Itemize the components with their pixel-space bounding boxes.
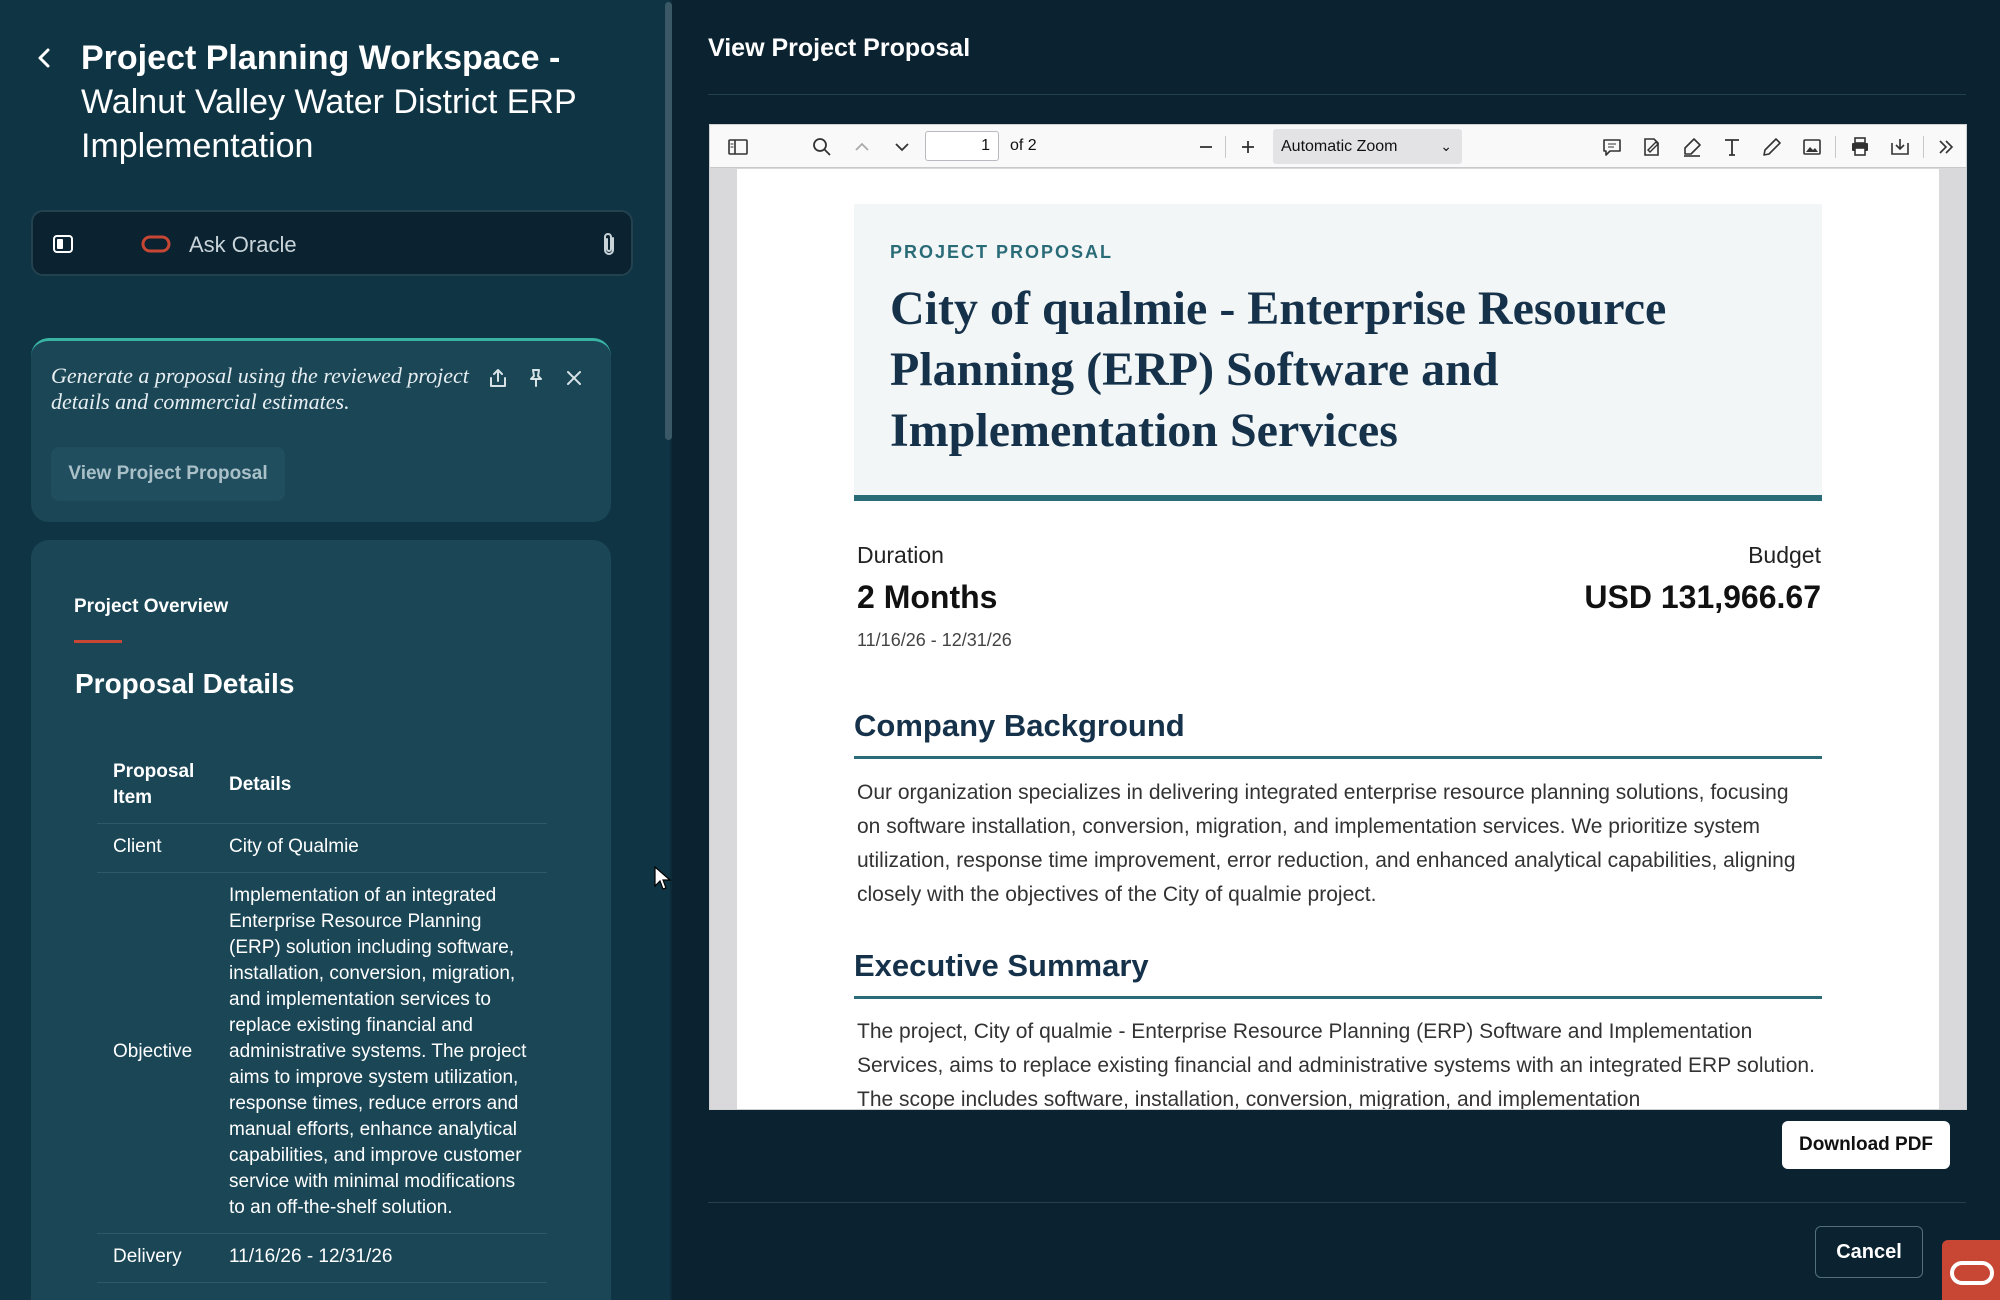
ask-oracle-placeholder: Ask Oracle <box>189 232 297 257</box>
text-icon <box>1725 139 1739 156</box>
highlighter-icon <box>1684 138 1701 157</box>
table-cell-item: Delivery <box>97 1233 213 1283</box>
chevron-left-icon <box>38 48 50 68</box>
page-count: of 2 <box>1010 137 1037 154</box>
modal-title: View Project Proposal <box>708 34 971 62</box>
highlight-button[interactable] <box>1680 135 1704 159</box>
column-header: Details <box>213 751 547 824</box>
share-icon[interactable] <box>487 367 509 389</box>
double-chevron-right-icon <box>1939 140 1954 154</box>
toolbar-separator <box>1835 136 1836 158</box>
chevron-up-icon <box>855 142 869 151</box>
pencil-icon <box>1763 138 1781 156</box>
comment-icon <box>1603 139 1621 156</box>
sidebar-toggle-button[interactable] <box>726 135 750 159</box>
tools-button[interactable] <box>1934 135 1958 159</box>
download-pdf-button[interactable]: Download PDF <box>1782 1121 1950 1169</box>
section-heading: Company Background <box>854 708 1822 759</box>
duration-label: Duration <box>857 542 944 568</box>
print-button[interactable] <box>1848 135 1872 159</box>
workspace-title-project: Walnut Valley Water District ERP Impleme… <box>81 83 577 165</box>
chevron-down-icon: ⌄ <box>1440 138 1452 154</box>
table-cell-item: Client <box>97 823 213 873</box>
toolbar-separator <box>1923 136 1924 158</box>
tab-active-indicator <box>74 640 122 643</box>
next-page-button[interactable] <box>890 135 914 159</box>
zoom-in-button[interactable] <box>1236 135 1260 159</box>
oracle-logo-icon <box>141 235 171 253</box>
chevron-down-icon <box>895 143 909 152</box>
divider <box>708 1202 1966 1203</box>
minus-icon <box>1200 146 1212 148</box>
toolbar-separator <box>1225 136 1226 158</box>
zoom-out-button[interactable] <box>1194 135 1218 159</box>
ai-prompt-card: Generate a proposal using the reviewed p… <box>31 338 611 522</box>
sidebar-icon <box>728 139 748 155</box>
duration-value: 2 Months <box>857 579 998 615</box>
divider <box>708 94 1966 95</box>
project-overview-card: Project Overview Proposal Details Propos… <box>31 540 611 1300</box>
search-icon <box>813 138 831 156</box>
image-icon <box>1803 139 1821 155</box>
table-row: Client City of Qualmie <box>97 823 547 873</box>
table-row: Objective Implementation of an integrate… <box>97 872 547 1234</box>
proposal-details-heading: Proposal Details <box>75 668 295 699</box>
zoom-select[interactable]: Automatic Zoom ⌄ <box>1273 129 1462 164</box>
document-header: PROJECT PROPOSAL City of qualmie - Enter… <box>854 204 1822 501</box>
draw-button[interactable] <box>1760 135 1784 159</box>
pdf-toolbar: of 2 Automatic Zoom ⌄ <box>710 125 1966 168</box>
table-cell-details: 11/16/26 - 12/31/26 <box>213 1233 547 1283</box>
signature-icon <box>1644 138 1659 156</box>
budget-label: Budget <box>1748 542 1821 568</box>
view-project-proposal-button[interactable]: View Project Proposal <box>51 447 285 501</box>
budget-value: USD 131,966.67 <box>1584 579 1821 615</box>
mouse-cursor-icon <box>654 866 672 890</box>
add-image-button[interactable] <box>1800 135 1824 159</box>
comment-button[interactable] <box>1600 135 1624 159</box>
plus-icon <box>1242 141 1254 153</box>
workspace-title-strong: Project Planning Workspace - <box>81 39 561 77</box>
section-heading: Executive Summary <box>854 948 1822 999</box>
left-panel-scrollbar[interactable] <box>665 2 672 440</box>
pdf-viewer: of 2 Automatic Zoom ⌄ <box>709 124 1967 1110</box>
table-cell-item: Objective <box>97 872 213 1234</box>
print-icon <box>1852 137 1868 156</box>
section-body: The project, City of qualmie - Enterpris… <box>857 1020 1815 1110</box>
table-row: Delivery 11/16/26 - 12/31/26 <box>97 1233 547 1283</box>
download-icon <box>1891 139 1909 155</box>
workspace-panel: Project Planning Workspace - Walnut Vall… <box>0 0 670 1300</box>
save-button[interactable] <box>1888 135 1912 159</box>
previous-page-button[interactable] <box>850 135 874 159</box>
date-range: 11/16/26 - 12/31/26 <box>857 630 1012 650</box>
tab-project-overview[interactable]: Project Overview <box>74 596 228 618</box>
oracle-assistant-button[interactable] <box>1942 1240 2000 1300</box>
document-kicker: PROJECT PROPOSAL <box>890 242 1114 262</box>
oracle-logo-icon <box>1950 1261 1994 1285</box>
column-header: Proposal Item <box>97 751 213 824</box>
ask-oracle-input[interactable]: Ask Oracle <box>31 210 633 276</box>
cancel-button[interactable]: Cancel <box>1815 1226 1923 1278</box>
table-header-row: Proposal Item Details <box>97 751 547 824</box>
document-title: City of qualmie - Enterprise Resource Pl… <box>890 282 1667 457</box>
zoom-value: Automatic Zoom <box>1281 138 1398 155</box>
text-button[interactable] <box>1720 135 1744 159</box>
sidebar-toggle-icon[interactable] <box>51 232 75 256</box>
signature-button[interactable] <box>1640 135 1664 159</box>
pdf-page: PROJECT PROPOSAL City of qualmie - Enter… <box>737 169 1939 1110</box>
close-icon[interactable] <box>563 367 585 389</box>
proposal-details-table: Proposal Item Details Client City of Qua… <box>97 751 547 1283</box>
pin-icon[interactable] <box>525 367 547 389</box>
find-button[interactable] <box>810 135 834 159</box>
attach-icon[interactable] <box>598 231 620 259</box>
table-cell-details: Implementation of an integrated Enterpri… <box>213 872 547 1234</box>
prompt-text: Generate a proposal using the reviewed p… <box>51 363 469 414</box>
back-button[interactable] <box>32 42 56 74</box>
proposal-modal: View Project Proposal of 2 <box>672 0 2000 1300</box>
pdf-scrollbar[interactable] <box>1942 169 1966 1109</box>
table-cell-details: City of Qualmie <box>213 823 547 873</box>
section-body: Our organization specializes in deliveri… <box>857 781 1796 906</box>
page-number-input[interactable] <box>925 131 999 161</box>
workspace-title: Project Planning Workspace - Walnut Vall… <box>81 36 641 168</box>
